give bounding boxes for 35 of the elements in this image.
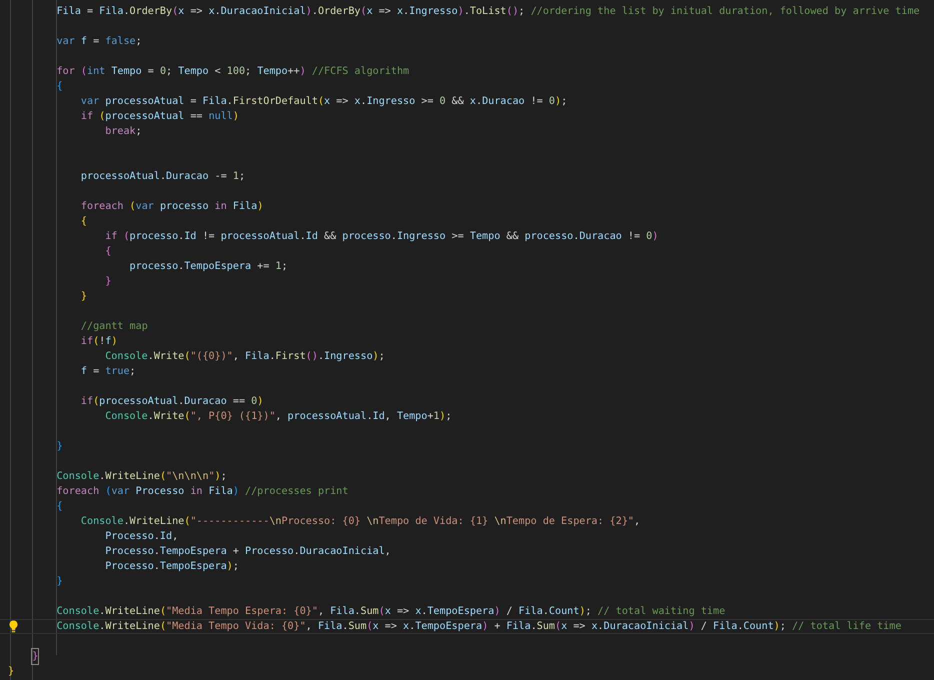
code-line: }	[104, 275, 112, 289]
code-line: Console.WriteLine("Media Tempo Espera: {0}", Fila.Sum(x => x.TempoEspera) / Fila.Count); // total waiting time	[56, 605, 726, 619]
code-line: foreach (var processo in Fila)	[80, 200, 264, 214]
code-line: }	[56, 440, 64, 454]
code-line: f = true;	[80, 365, 137, 379]
code-line: Processo.TempoEspera + Processo.DuracaoInicial,	[104, 545, 392, 559]
code-line: Console.WriteLine("------------\nProcesso: {0} \nTempo de Vida: {1} \nTempo de Espera: {2}",	[80, 515, 642, 529]
code-line: break;	[104, 125, 143, 139]
code-line: var f = false;	[56, 35, 143, 49]
code-line: {	[80, 215, 88, 229]
lightbulb-icon[interactable]	[8, 620, 19, 633]
code-line: {	[104, 245, 112, 259]
code-line: foreach (var Processo in Fila) //processes print	[56, 485, 350, 499]
code-line: }	[7, 665, 16, 679]
code-line: Fila = Fila.OrderBy(x => x.DuracaoInicial).OrderBy(x => x.Ingresso).ToList(); //ordering the list by initual duration, followed by arrive time	[56, 5, 921, 19]
code-line: {	[56, 80, 64, 94]
code-line: for (int Tempo = 0; Tempo < 100; Tempo++) //FCFS algorithm	[56, 65, 410, 79]
code-line: processo.TempoEspera += 1;	[128, 260, 289, 274]
code-line: Processo.TempoEspera);	[104, 560, 240, 574]
code-line: }	[56, 575, 64, 589]
code-line: {	[56, 500, 64, 514]
code-line: if(!f)	[80, 335, 118, 349]
code-line: if(processoAtual.Duracao == 0)	[80, 395, 264, 409]
code-line: var processoAtual = Fila.FirstOrDefault(x => x.Ingresso >= 0 && x.Duracao != 0);	[80, 95, 568, 109]
code-line: Console.WriteLine("\n\n\n");	[56, 470, 228, 484]
code-line: Processo.Id,	[104, 530, 180, 544]
code-line: }	[80, 290, 88, 304]
code-line: Console.Write(", P{0} ({1})", processoAtual.Id, Tempo+1);	[104, 410, 453, 424]
code-line: if (processo.Id != processoAtual.Id && processo.Ingresso >= Tempo && processo.Duracao != 0)	[104, 230, 660, 244]
code-line: if (processoAtual == null)	[80, 110, 240, 124]
code-line: Console.WriteLine("Media Tempo Vida: {0}", Fila.Sum(x => x.TempoEspera) + Fila.Sum(x => x.DuracaoInicial) / Fila.Count); // total life time	[0, 619, 934, 634]
code-line: }	[0, 649, 934, 664]
code-line: processoAtual.Duracao -= 1;	[80, 170, 246, 184]
code-line: //gantt map	[80, 320, 149, 334]
code-line: Console.Write("({0})", Fila.First().Ingresso);	[104, 350, 386, 364]
